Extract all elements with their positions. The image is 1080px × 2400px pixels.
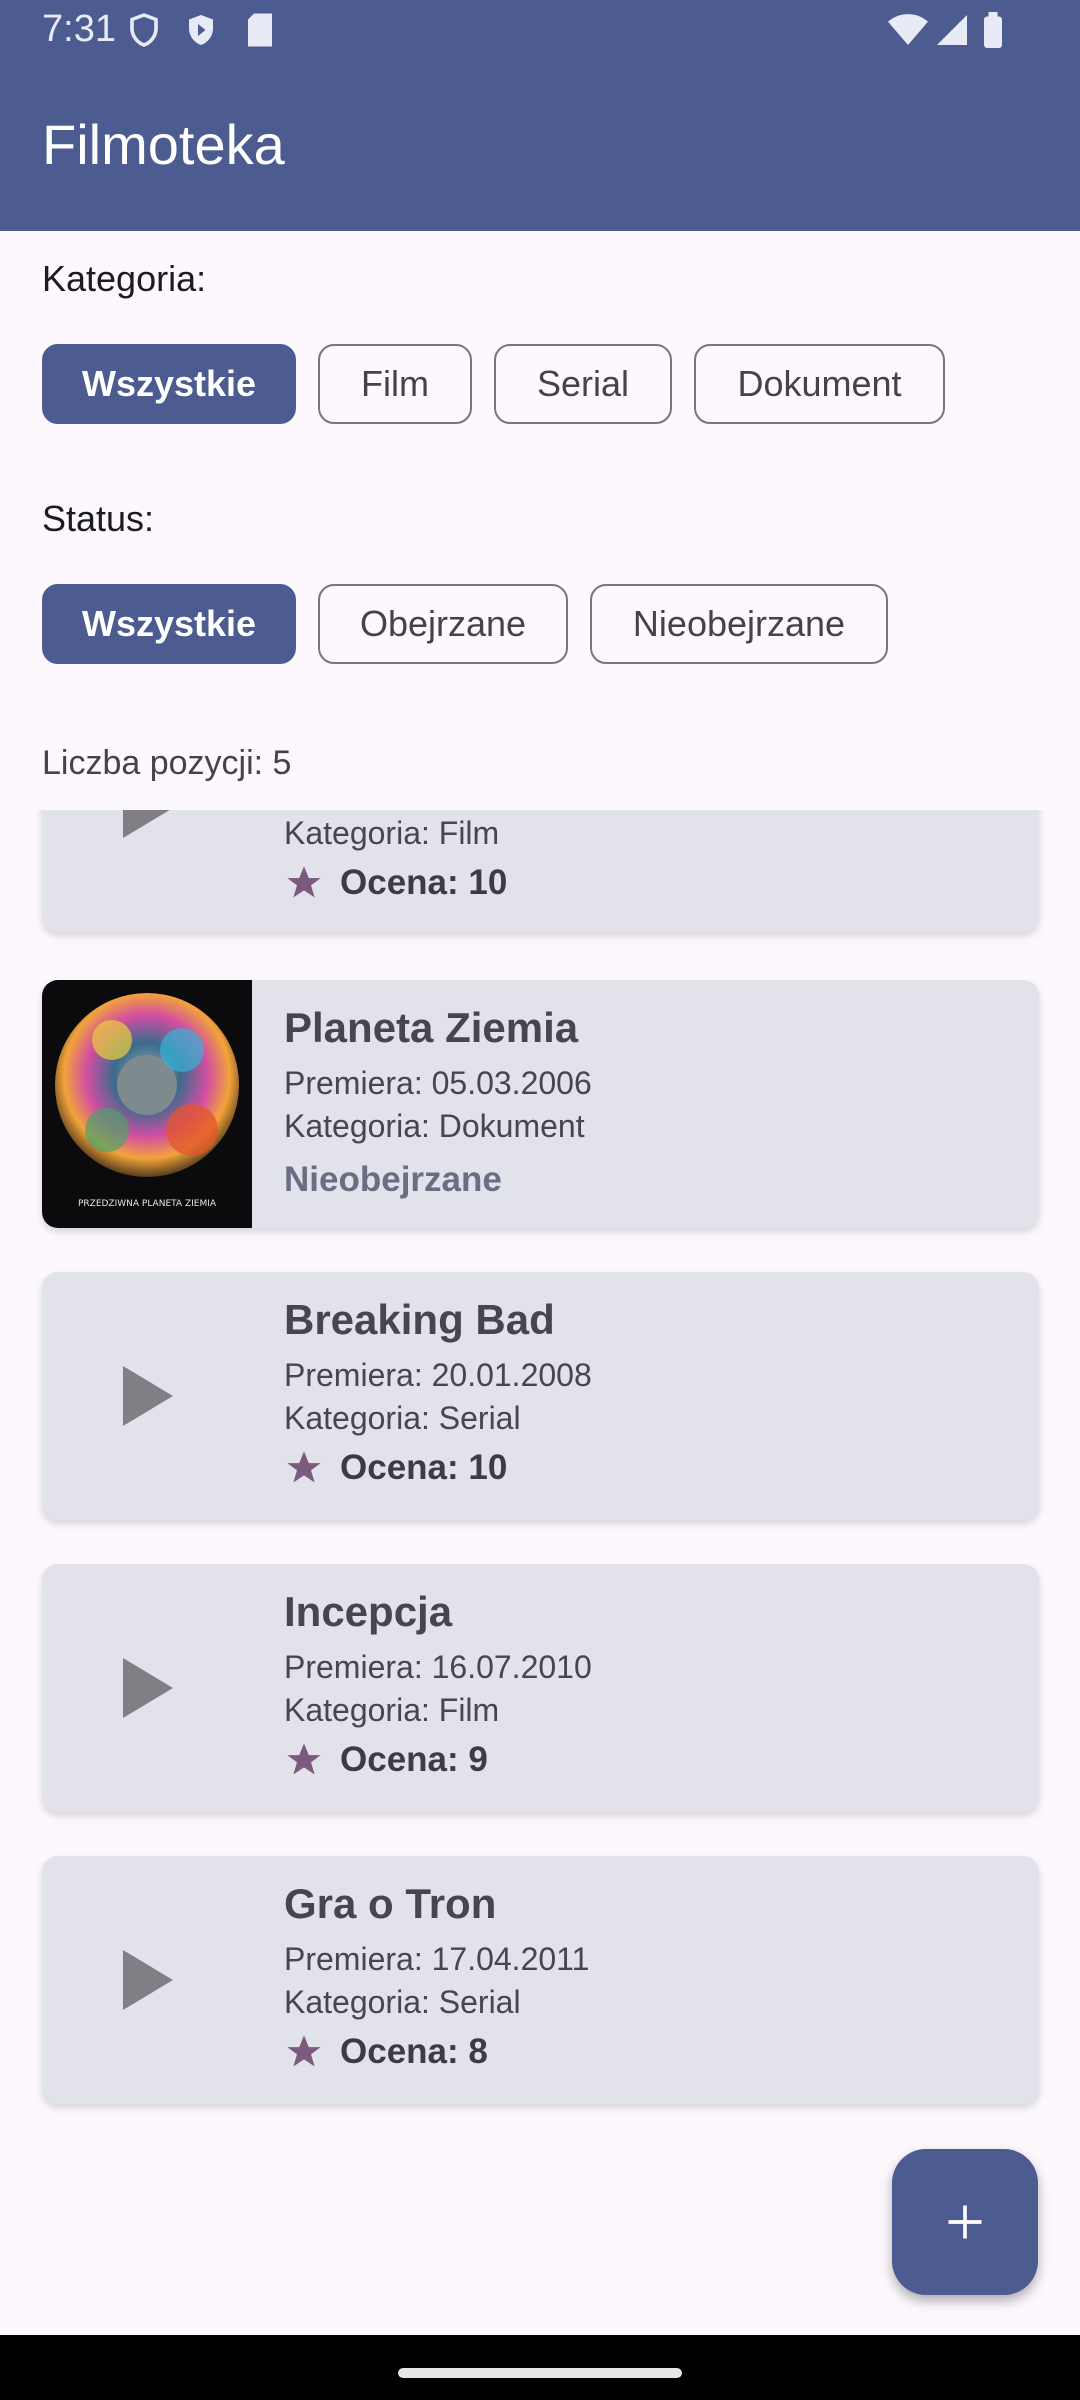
item-rating: Ocena: 10 [284,1448,1019,1488]
item-category: Kategoria: Serial [284,1984,521,2020]
play-icon [123,1950,173,2010]
item-status: Nieobejrzane [284,1160,502,1199]
chip-status-all[interactable]: Wszystkie [42,584,296,664]
rating-value: Ocena: 9 [340,1740,488,1779]
shield-icon [130,13,158,47]
app-title: Filmoteka [42,113,285,176]
thumbnail-placeholder [42,810,252,932]
chip-category-film[interactable]: Film [318,344,472,424]
item-title: Breaking Bad [284,1296,555,1343]
item-rating: Ocena: 10 [284,863,1019,903]
add-icon [948,2205,982,2239]
status-label: Status: [42,498,155,539]
item-title: Incepcja [284,1588,453,1635]
list-item[interactable]: Incepcja Premiera: 16.07.2010 Kategoria:… [42,1564,1039,1812]
item-category: Kategoria: Dokument [284,1108,585,1144]
poster-image: PRZEDZIWNA PLANETA ZIEMIA [42,980,252,1228]
wifi-icon [888,14,928,45]
item-premiere: Premiera: 05.03.2006 [284,1065,592,1101]
star-icon [287,1743,321,1775]
chip-category-serial[interactable]: Serial [494,344,672,424]
shield-filled-icon [189,15,213,45]
poster-art: PRZEDZIWNA PLANETA ZIEMIA [55,993,239,1209]
thumbnail-placeholder [42,1856,252,2104]
list-item[interactable]: Gra o Tron Premiera: 17.04.2011 Kategori… [42,1856,1039,2104]
item-rating: Ocena: 8 [284,2032,1019,2072]
rating-value: Ocena: 8 [340,2032,488,2071]
list-item[interactable]: PRZEDZIWNA PLANETA ZIEMIA Planeta Ziemia… [42,980,1039,1228]
status-time: 7:31 [42,8,116,50]
item-premiere: Premiera: 20.01.2008 [284,1357,592,1393]
rating-value: Ocena: 10 [340,863,508,902]
signal-icon [937,15,967,45]
item-category: Kategoria: Film [284,815,500,851]
item-count: Liczba pozycji: 5 [42,744,292,782]
category-chip-group: Wszystkie Film Serial Dokument [42,344,945,424]
thumbnail-placeholder [42,1272,252,1520]
star-icon [287,866,321,898]
list-item[interactable]: Breaking Bad Premiera: 20.01.2008 Katego… [42,1272,1039,1520]
thumbnail-placeholder [42,1564,252,1812]
item-premiere: Premiera: 16.07.2010 [284,1649,592,1685]
play-icon [123,1658,173,1718]
movie-list[interactable]: Kategoria: Film Ocena: 10 PRZEDZIWNA PLA… [0,810,1080,2335]
item-title: Planeta Ziemia [284,1004,579,1051]
rating-value: Ocena: 10 [340,1448,508,1487]
category-label: Kategoria: [42,258,207,299]
status-bar: 7:31 [0,0,1080,60]
item-category: Kategoria: Serial [284,1400,521,1436]
play-icon [123,810,170,838]
poster-title: PRZEDZIWNA PLANETA ZIEMIA [78,1199,217,1209]
app-bar: 7:31 Filmoteka [0,0,1080,231]
item-rating: Ocena: 9 [284,1740,1019,1780]
item-category: Kategoria: Film [284,1692,500,1728]
play-icon [123,1366,173,1426]
list-item[interactable]: Kategoria: Film Ocena: 10 [42,810,1039,932]
chip-category-all[interactable]: Wszystkie [42,344,296,424]
chip-category-document[interactable]: Dokument [694,344,945,424]
sd-card-icon [248,13,272,47]
item-premiere: Premiera: 17.04.2011 [284,1941,590,1977]
star-icon [287,1451,321,1483]
chip-status-unwatched[interactable]: Nieobejrzane [590,584,888,664]
item-title: Gra o Tron [284,1880,497,1927]
star-icon [287,2035,321,2067]
chip-status-watched[interactable]: Obejrzane [318,584,568,664]
status-chip-group: Wszystkie Obejrzane Nieobejrzane [42,584,888,664]
add-button[interactable] [892,2149,1038,2295]
system-nav-bar [0,2335,1080,2400]
battery-icon [984,12,1002,48]
home-handle[interactable] [398,2368,682,2378]
